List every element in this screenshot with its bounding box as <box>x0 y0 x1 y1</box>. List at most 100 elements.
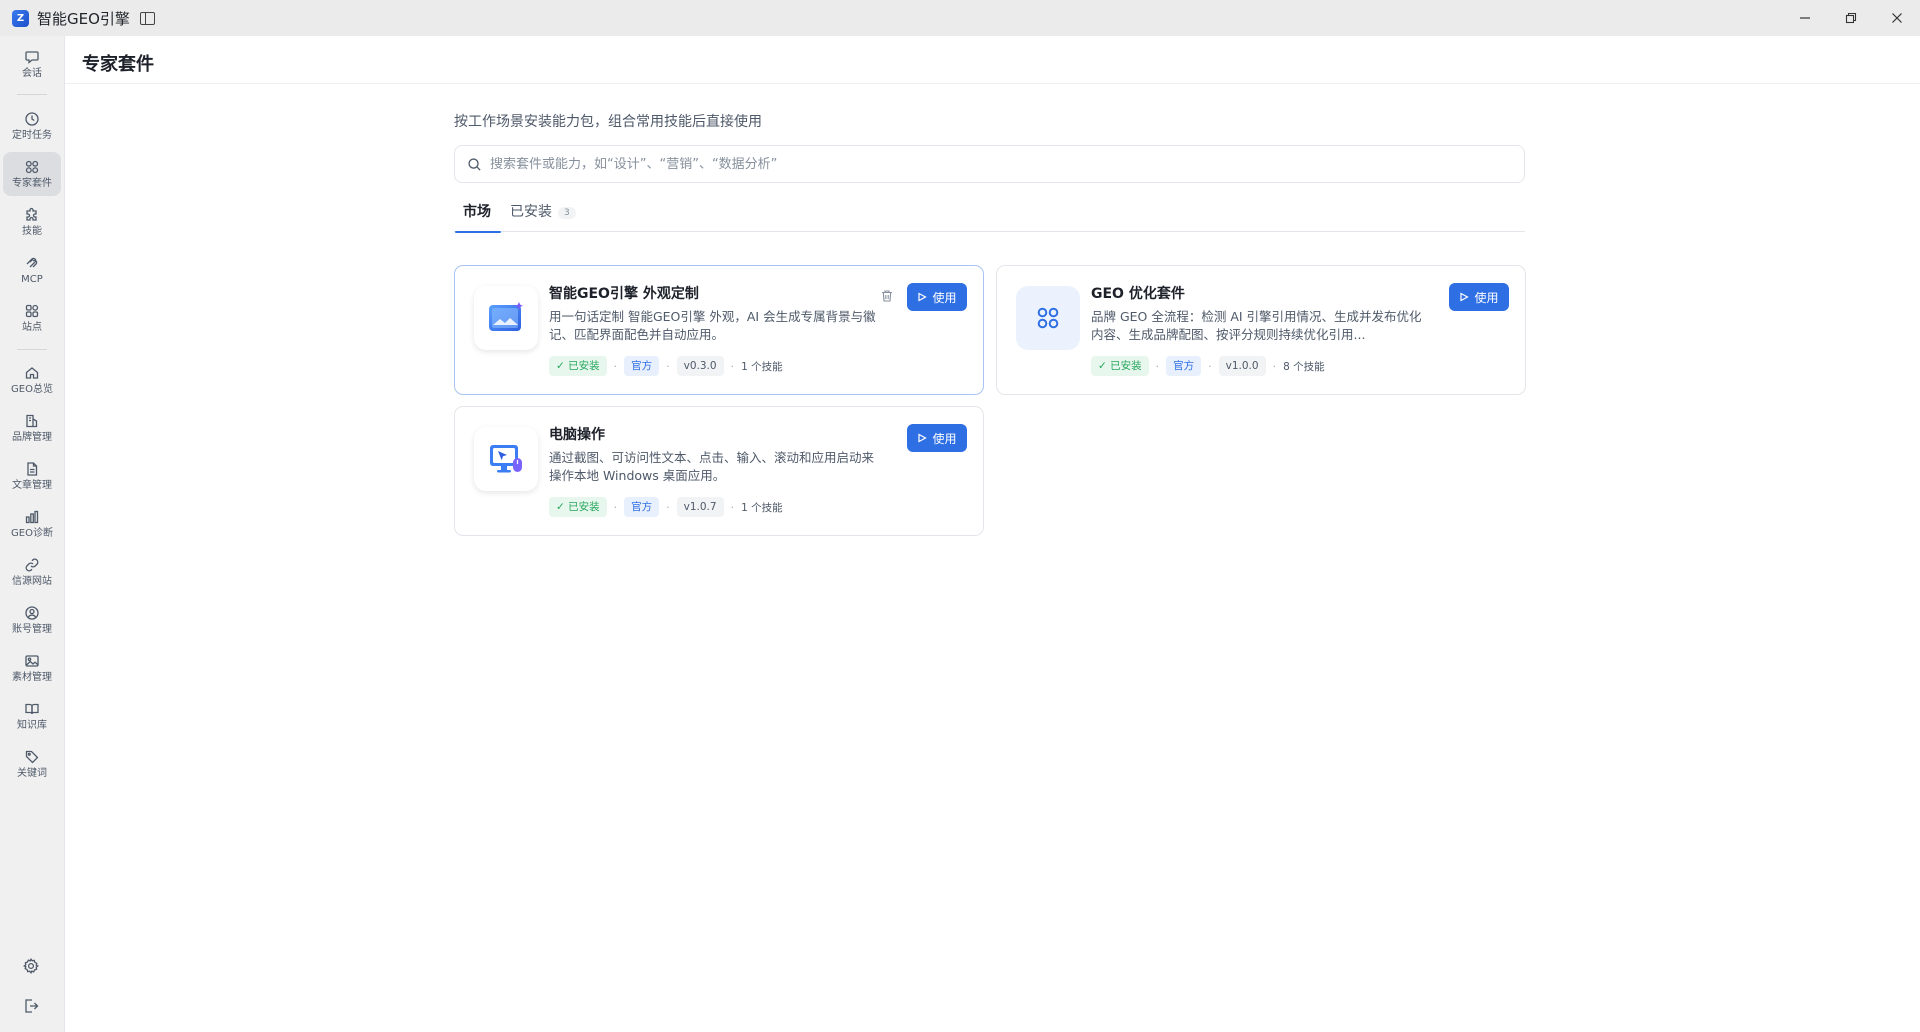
app-logo-icon: Z <box>12 9 29 27</box>
card-meta: ✓ 已安装 · 官方 · v1.0.7 · 1 个技能 <box>549 497 783 517</box>
card-title: 智能GEO引擎 外观定制 <box>549 286 699 302</box>
sidebar-item-source-websites[interactable]: 信源网站 <box>3 550 61 594</box>
sidebar-item-sites[interactable]: 站点 <box>3 296 61 340</box>
clock-icon <box>25 111 39 126</box>
sidebar-item-label: GEO总览 <box>11 383 53 395</box>
four-circles-icon <box>1016 286 1080 350</box>
document-icon <box>27 461 38 476</box>
sidebar-item-label: MCP <box>21 273 43 285</box>
official-badge: 官方 <box>624 497 660 517</box>
minimize-icon <box>1800 17 1810 19</box>
logout-icon[interactable] <box>22 997 40 1015</box>
restore-icon <box>1845 12 1857 24</box>
sidebar-item-knowledge-base[interactable]: 知识库 <box>3 694 61 738</box>
tab-count-badge: 3 <box>558 207 576 219</box>
sidebar-item-mcp[interactable]: MCP <box>3 248 61 292</box>
sidebar-item-label: 站点 <box>22 321 42 333</box>
use-button[interactable]: 使用 <box>907 283 967 311</box>
use-button[interactable]: 使用 <box>1449 283 1509 311</box>
page-subtitle: 按工作场景安装能力包，组合常用技能后直接使用 <box>454 114 762 130</box>
search-box[interactable] <box>454 145 1525 183</box>
tab-bar: 市场 已安装 3 <box>454 191 1525 233</box>
close-icon <box>1892 13 1902 23</box>
sidebar-item-label: 关键词 <box>17 767 47 779</box>
puzzle-icon <box>26 207 37 221</box>
link-icon <box>25 558 39 571</box>
sidebar-item-expert-suites[interactable]: 专家套件 <box>3 152 61 196</box>
home-icon <box>25 366 39 379</box>
sidebar-item-article-management[interactable]: 文章管理 <box>3 454 61 498</box>
minimize-button[interactable] <box>1782 0 1828 36</box>
sidebar-item-label: 账号管理 <box>12 623 52 635</box>
sidebar-item-geo-overview[interactable]: GEO总览 <box>3 358 61 402</box>
sidebar-item-geo-diagnosis[interactable]: GEO诊断 <box>3 502 61 546</box>
image-icon <box>25 654 39 667</box>
sidebar-item-label: 素材管理 <box>12 671 52 683</box>
search-icon <box>468 157 481 171</box>
suite-card-geo-optimization[interactable]: GEO 优化套件 品牌 GEO 全流程：检测 AI 引擎引用情况、生成并发布优化… <box>996 265 1526 395</box>
close-button[interactable] <box>1874 0 1920 36</box>
installed-badge: ✓ 已安装 <box>549 356 607 376</box>
page-title: 专家套件 <box>82 54 154 75</box>
sidebar-item-label: 知识库 <box>17 719 47 731</box>
chat-icon <box>25 50 39 64</box>
grid-icon <box>25 160 39 173</box>
sidebar-item-account-management[interactable]: 账号管理 <box>3 598 61 642</box>
sidebar-toggle-icon[interactable] <box>139 11 155 25</box>
skill-count: 8 个技能 <box>1283 360 1325 373</box>
sidebar-item-label: 技能 <box>22 225 42 237</box>
sidebar-divider <box>17 94 47 95</box>
play-icon <box>918 292 928 302</box>
card-description: 用一句话定制 智能GEO引擎 外观，AI 会生成专属背景与徽记、匹配界面配色并自… <box>549 309 876 342</box>
suite-card-computer-use[interactable]: 电脑操作 通过截图、可访问性文本、点击、输入、滚动和应用启动来操作本地 Wind… <box>454 406 984 536</box>
sidebar-item-brand-management[interactable]: 品牌管理 <box>3 406 61 450</box>
tab-installed[interactable]: 已安装 3 <box>510 201 576 232</box>
sidebar-item-label: 会话 <box>22 67 42 79</box>
settings-icon[interactable] <box>22 957 40 975</box>
apps-icon <box>25 304 39 317</box>
sidebar-item-label: 专家套件 <box>12 177 52 189</box>
version-badge: v1.0.7 <box>676 497 724 517</box>
installed-badge: ✓ 已安装 <box>1091 356 1149 376</box>
tag-icon <box>25 750 39 763</box>
window-controls <box>1782 0 1920 36</box>
version-badge: v0.3.0 <box>676 356 724 376</box>
brand-icon <box>26 414 38 427</box>
card-description: 通过截图、可访问性文本、点击、输入、滚动和应用启动来操作本地 Windows 桌… <box>549 450 875 483</box>
play-icon <box>918 433 928 443</box>
sidebar-item-chat[interactable]: 会话 <box>3 42 61 86</box>
sidebar: 会话 定时任务 专家套件 技能 MCP 站点 GEO总览 品牌管理 文章管理 G… <box>0 36 64 1032</box>
page-header: 专家套件 <box>65 36 1920 84</box>
trash-icon[interactable] <box>880 289 894 303</box>
sidebar-item-keywords[interactable]: 关键词 <box>3 742 61 786</box>
card-title: 电脑操作 <box>549 427 605 443</box>
card-description: 品牌 GEO 全流程：检测 AI 引擎引用情况、生成并发布优化内容、生成品牌配图… <box>1091 309 1422 342</box>
sidebar-item-label: 定时任务 <box>12 129 52 141</box>
search-input[interactable] <box>490 156 1470 172</box>
sidebar-item-material-management[interactable]: 素材管理 <box>3 646 61 690</box>
suite-card-appearance[interactable]: 智能GEO引擎 外观定制 用一句话定制 智能GEO引擎 外观，AI 会生成专属背… <box>454 265 984 395</box>
card-meta: ✓ 已安装 · 官方 · v1.0.0 · 8 个技能 <box>1091 356 1325 376</box>
restore-button[interactable] <box>1828 0 1874 36</box>
user-icon <box>25 605 39 620</box>
sidebar-item-label: 信源网站 <box>12 575 52 587</box>
sidebar-divider <box>17 349 47 350</box>
title-bar: Z 智能GEO引擎 <box>0 0 1920 36</box>
skill-count: 1 个技能 <box>741 501 783 514</box>
sidebar-item-label: 文章管理 <box>12 479 52 491</box>
sidebar-item-scheduled-tasks[interactable]: 定时任务 <box>3 104 61 148</box>
sidebar-item-label: 品牌管理 <box>12 431 52 443</box>
tab-market[interactable]: 市场 <box>455 201 501 233</box>
sidebar-item-skills[interactable]: 技能 <box>3 200 61 244</box>
mcp-icon <box>26 257 38 267</box>
use-button[interactable]: 使用 <box>907 424 967 452</box>
official-badge: 官方 <box>1166 356 1202 376</box>
play-icon <box>1460 292 1470 302</box>
app-title: 智能GEO引擎 <box>37 9 130 28</box>
bar-chart-icon <box>25 510 39 523</box>
sidebar-item-label: GEO诊断 <box>11 527 53 539</box>
card-meta: ✓ 已安装 · 官方 · v0.3.0 · 1 个技能 <box>549 356 783 376</box>
theme-window-icon <box>474 286 538 350</box>
book-icon <box>25 703 39 714</box>
installed-badge: ✓ 已安装 <box>549 497 607 517</box>
